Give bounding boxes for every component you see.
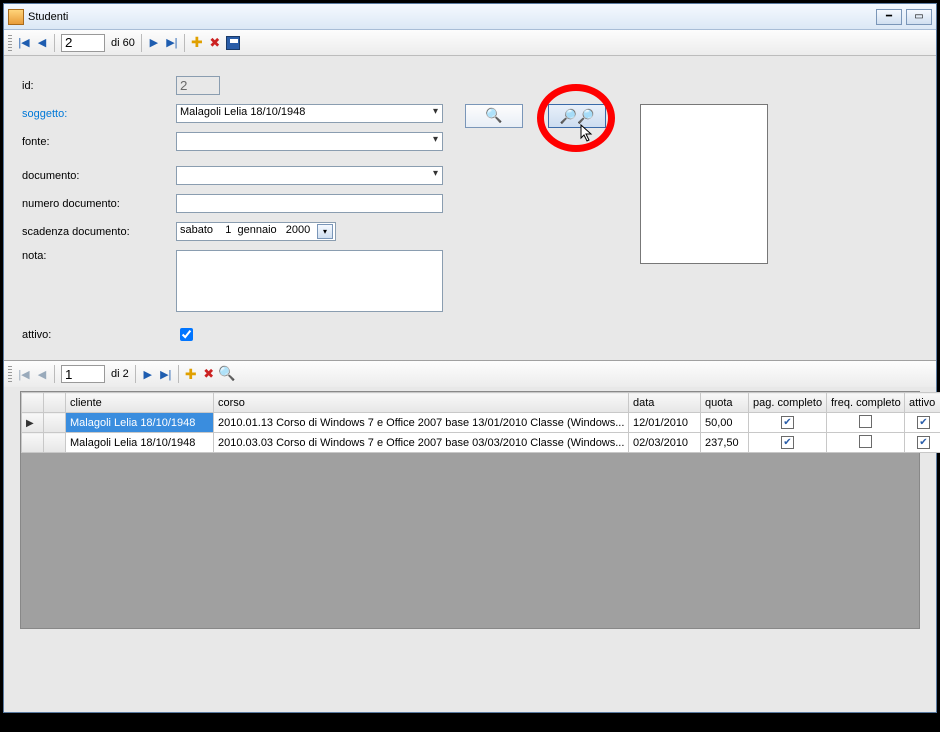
table-row[interactable]: Malagoli Lelia 18/10/19482010.03.03 Cors… xyxy=(22,433,940,453)
nota-field[interactable] xyxy=(176,250,443,312)
nav-count-label: di 60 xyxy=(111,37,135,49)
search-icon: 🔍 xyxy=(218,365,235,382)
form-area: id: soggetto: Malagoli Lelia 18/10/1948 … xyxy=(4,56,936,356)
col-pag[interactable]: pag. completo xyxy=(749,393,827,413)
fonte-combo[interactable] xyxy=(176,132,443,151)
row-header[interactable] xyxy=(44,413,66,433)
row-header[interactable] xyxy=(44,433,66,453)
nav-next-button[interactable]: ▶ xyxy=(146,35,162,51)
sub-nav-count-label: di 2 xyxy=(111,368,129,380)
sub-nav-next-button[interactable]: ▶ xyxy=(140,366,156,382)
window-title: Studenti xyxy=(28,11,872,23)
row-header[interactable]: ▶ xyxy=(22,413,44,433)
documento-label: documento: xyxy=(22,170,176,182)
separator xyxy=(54,34,55,52)
checkbox-icon: ✔ xyxy=(781,436,794,449)
scadenza-value: sabato 1 gennaio 2000 xyxy=(180,224,310,236)
search-soggetto-button[interactable]: 🔍 xyxy=(465,104,523,128)
checkbox-icon xyxy=(859,415,872,428)
id-field xyxy=(176,76,220,95)
add-button[interactable]: ✚ xyxy=(189,35,205,51)
cell-cliente[interactable]: Malagoli Lelia 18/10/1948 xyxy=(66,413,214,433)
cell-attivo[interactable]: ✔ xyxy=(905,413,940,433)
col-quota[interactable]: quota xyxy=(701,393,749,413)
cell-freq[interactable] xyxy=(827,413,905,433)
sub-nav-last-button[interactable]: ▶| xyxy=(158,366,174,382)
col-corso[interactable]: corso xyxy=(214,393,629,413)
nav-last-button[interactable]: ▶| xyxy=(164,35,180,51)
minimize-button[interactable]: ━ xyxy=(876,9,902,25)
id-label: id: xyxy=(22,80,176,92)
row-header[interactable] xyxy=(22,433,44,453)
binoculars-icon: 🔎🔎 xyxy=(560,108,595,125)
checkbox-icon xyxy=(859,435,872,448)
checkbox-icon: ✔ xyxy=(781,416,794,429)
soggetto-value: Malagoli Lelia 18/10/1948 xyxy=(180,106,305,118)
scadenza-label: scadenza documento: xyxy=(22,226,176,238)
cell-quota[interactable]: 237,50 xyxy=(701,433,749,453)
cell-freq[interactable] xyxy=(827,433,905,453)
cell-pag[interactable]: ✔ xyxy=(749,413,827,433)
cell-cliente[interactable]: Malagoli Lelia 18/10/1948 xyxy=(66,433,214,453)
cell-corso[interactable]: 2010.01.13 Corso di Windows 7 e Office 2… xyxy=(214,413,629,433)
separator xyxy=(135,365,136,383)
cell-data[interactable]: 02/03/2010 xyxy=(629,433,701,453)
save-button[interactable] xyxy=(225,35,241,51)
cell-pag[interactable]: ✔ xyxy=(749,433,827,453)
col-freq[interactable]: freq. completo xyxy=(827,393,905,413)
col-attivo[interactable]: attivo xyxy=(905,393,940,413)
photo-box[interactable] xyxy=(640,104,768,264)
save-icon xyxy=(226,36,240,50)
separator xyxy=(54,365,55,383)
sub-nav-first-button: |◀ xyxy=(16,366,32,382)
window: Studenti ━ ▭ |◀ ◀ di 60 ▶ ▶| ✚ ✖ id: sog… xyxy=(3,3,937,713)
cell-quota[interactable]: 50,00 xyxy=(701,413,749,433)
documento-combo[interactable] xyxy=(176,166,443,185)
separator xyxy=(141,34,142,52)
scadenza-datepicker[interactable]: sabato 1 gennaio 2000 ▾ xyxy=(176,222,336,241)
grid-corner xyxy=(44,393,66,413)
sub-delete-button[interactable]: ✖ xyxy=(201,366,217,382)
nav-prev-button[interactable]: ◀ xyxy=(34,35,50,51)
attivo-checkbox[interactable] xyxy=(180,328,193,341)
find-soggetto-button[interactable]: 🔎🔎 xyxy=(548,104,606,128)
sub-nav-position-input[interactable] xyxy=(61,365,105,383)
cell-corso[interactable]: 2010.03.03 Corso di Windows 7 e Office 2… xyxy=(214,433,629,453)
col-cliente[interactable]: cliente xyxy=(66,393,214,413)
table-row[interactable]: ▶ Malagoli Lelia 18/10/19482010.01.13 Cor… xyxy=(22,413,940,433)
nota-label: nota: xyxy=(22,250,176,262)
attivo-label: attivo: xyxy=(22,329,176,341)
soggetto-combo[interactable]: Malagoli Lelia 18/10/1948 xyxy=(176,104,443,123)
checkbox-icon: ✔ xyxy=(917,436,930,449)
checkbox-icon: ✔ xyxy=(917,416,930,429)
separator xyxy=(184,34,185,52)
delete-button[interactable]: ✖ xyxy=(207,35,223,51)
cell-attivo[interactable]: ✔ xyxy=(905,433,940,453)
separator xyxy=(178,365,179,383)
titlebar: Studenti ━ ▭ xyxy=(4,4,936,30)
enrollments-grid[interactable]: cliente corso data quota pag. completo f… xyxy=(20,391,920,629)
nav-first-button[interactable]: |◀ xyxy=(16,35,32,51)
nav-position-input[interactable] xyxy=(61,34,105,52)
search-icon: 🔍 xyxy=(485,107,502,124)
calendar-dropdown-icon[interactable]: ▾ xyxy=(317,224,333,239)
grid-header-row: cliente corso data quota pag. completo f… xyxy=(22,393,940,413)
cell-data[interactable]: 12/01/2010 xyxy=(629,413,701,433)
sub-nav-prev-button: ◀ xyxy=(34,366,50,382)
app-icon xyxy=(8,9,24,25)
fonte-label: fonte: xyxy=(22,136,176,148)
numero-documento-field[interactable] xyxy=(176,194,443,213)
col-data[interactable]: data xyxy=(629,393,701,413)
sub-search-button[interactable]: 🔍 xyxy=(219,366,235,382)
top-navigator: |◀ ◀ di 60 ▶ ▶| ✚ ✖ xyxy=(4,30,936,56)
grip-icon xyxy=(8,366,12,382)
soggetto-label: soggetto: xyxy=(22,108,176,120)
grid-corner xyxy=(22,393,44,413)
sub-navigator: |◀ ◀ di 2 ▶ ▶| ✚ ✖ 🔍 xyxy=(4,361,936,387)
numero-documento-label: numero documento: xyxy=(22,198,176,210)
maximize-button[interactable]: ▭ xyxy=(906,9,932,25)
grid-empty-area xyxy=(21,453,919,628)
sub-add-button[interactable]: ✚ xyxy=(183,366,199,382)
grip-icon xyxy=(8,35,12,51)
